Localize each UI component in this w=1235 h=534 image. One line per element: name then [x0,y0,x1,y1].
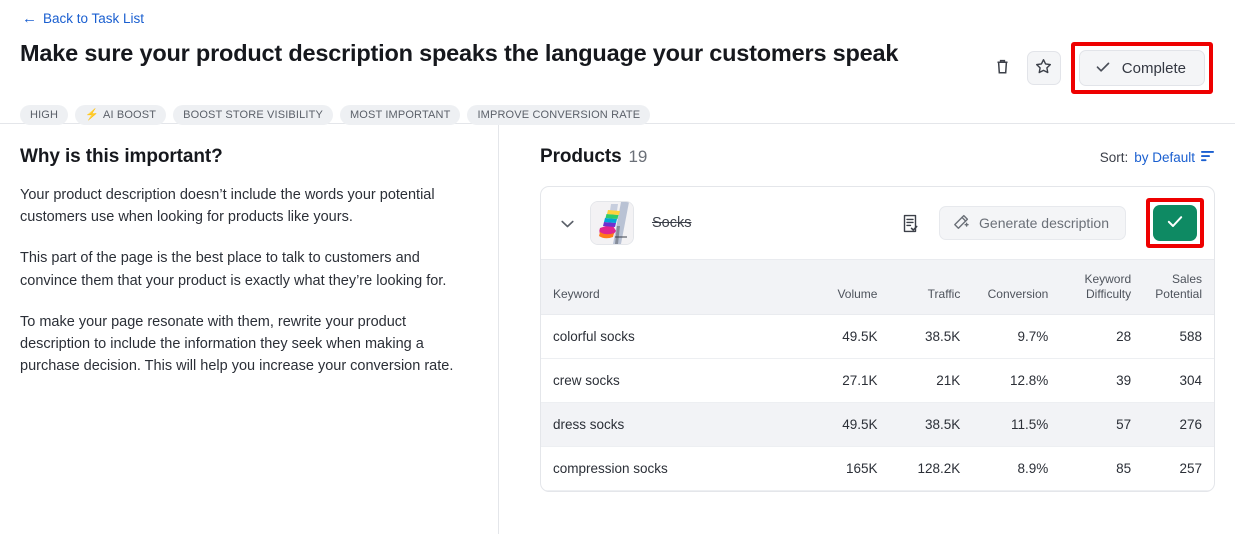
product-card: Socks Generate description Keyword Volum… [540,186,1215,492]
tag-label: IMPROVE CONVERSION RATE [477,108,641,121]
arrow-left-icon: ← [22,10,37,27]
chevron-down-icon[interactable] [557,216,578,231]
cell-volume: 49.5K [779,402,878,447]
tag-label: HIGH [30,108,59,121]
tag-label: BOOST STORE VISIBILITY [183,108,323,121]
page-title: Make sure your product description speak… [20,40,899,66]
header-actions: Complete [989,42,1215,94]
cell-sales-potential: 257 [1131,446,1214,491]
cell-keyword: dress socks [541,402,780,447]
column-volume: Volume [779,259,878,315]
column-sales-potential: Sales Potential [1131,259,1214,315]
cell-keyword: compression socks [541,446,780,491]
back-link-label: Back to Task List [43,11,145,26]
product-row: Socks Generate description [541,187,1214,259]
cell-keyword-difficulty: 57 [1048,402,1132,447]
keywords-table-body: colorful socks 49.5K 38.5K 9.7% 28 588 c… [541,314,1214,491]
document-check-icon[interactable] [902,214,919,233]
column-traffic: Traffic [877,259,961,315]
product-thumbnail [590,201,634,245]
products-panel: Products 19 Sort: by Default Socks Gener… [499,124,1235,534]
cell-volume: 27.1K [779,358,878,403]
tag-most-important: MOST IMPORTANT [339,105,461,125]
cell-keyword: colorful socks [541,314,780,359]
tag-high: HIGH [20,105,69,125]
favorite-button[interactable] [1026,51,1061,85]
star-icon [1035,58,1052,78]
why-important-paragraph-2: This part of the page is the best place … [20,250,447,289]
bolt-icon: ⚡ [85,109,99,121]
sort-label: Sort: [1099,150,1129,165]
content-area: Why is this important? Your product desc… [0,124,1235,534]
sort-control[interactable]: Sort: by Default [1100,150,1215,165]
cell-conversion: 9.7% [960,314,1049,359]
task-tags: HIGH ⚡ AI BOOST BOOST STORE VISIBILITY M… [20,105,1215,125]
keywords-table-head: Keyword Volume Traffic Conversion Keywor… [541,259,1214,315]
delete-task-button[interactable] [989,54,1017,82]
product-name[interactable]: Socks [652,215,890,231]
column-conversion: Conversion [960,259,1049,315]
generate-description-button[interactable]: Generate description [939,206,1126,240]
complete-button[interactable]: Complete [1078,50,1205,86]
check-icon [1167,215,1183,232]
table-row[interactable]: colorful socks 49.5K 38.5K 9.7% 28 588 [541,314,1214,359]
cell-keyword-difficulty: 39 [1048,358,1132,403]
sort-descending-icon[interactable] [1201,150,1215,165]
why-important-paragraph-3: To make your page resonate with them, re… [20,313,454,375]
generate-description-label: Generate description [979,215,1109,231]
task-header: ← Back to Task List Make sure your produ… [0,0,1235,125]
cell-conversion: 11.5% [960,402,1049,447]
cell-sales-potential: 588 [1131,314,1214,359]
cell-traffic: 38.5K [877,402,961,447]
cell-volume: 165K [779,446,878,491]
cell-traffic: 38.5K [877,314,961,359]
cell-volume: 49.5K [779,314,878,359]
table-row[interactable]: crew socks 27.1K 21K 12.8% 39 304 [541,358,1214,403]
trash-icon [995,58,1010,78]
products-label: Products [540,146,622,167]
back-to-task-list-link[interactable]: ← Back to Task List [22,11,144,26]
table-header-row: Keyword Volume Traffic Conversion Keywor… [541,259,1214,315]
cell-traffic: 128.2K [877,446,961,491]
cell-conversion: 12.8% [960,358,1049,403]
column-keyword: Keyword [541,259,780,315]
why-important-heading: Why is this important? [20,146,223,167]
products-header: Products 19 Sort: by Default [540,146,1215,168]
cell-sales-potential: 304 [1131,358,1214,403]
keywords-table: Keyword Volume Traffic Conversion Keywor… [541,259,1214,491]
why-important-panel: Why is this important? Your product desc… [0,124,499,534]
confirm-button-annotation [1146,198,1204,248]
cell-conversion: 8.9% [960,446,1049,491]
cell-keyword-difficulty: 85 [1048,446,1132,491]
sort-value[interactable]: by Default [1134,150,1195,165]
confirm-product-button[interactable] [1153,205,1197,241]
magic-wand-icon [953,214,969,233]
tag-label: MOST IMPORTANT [349,108,451,121]
table-row[interactable]: dress socks 49.5K 38.5K 11.5% 57 276 [541,402,1214,447]
cell-keyword: crew socks [541,358,780,403]
tag-improve-conversion-rate: IMPROVE CONVERSION RATE [467,105,651,125]
title-row: Make sure your product description speak… [20,40,1215,94]
complete-button-annotation: Complete [1070,42,1213,94]
why-important-paragraph-1: Your product description doesn’t include… [20,187,435,226]
cell-traffic: 21K [877,358,961,403]
tag-label: AI BOOST [102,108,157,121]
table-row[interactable]: compression socks 165K 128.2K 8.9% 85 25… [541,446,1214,491]
check-icon [1096,60,1110,76]
cell-sales-potential: 276 [1131,402,1214,447]
column-keyword-difficulty: Keyword Difficulty [1048,259,1132,315]
complete-button-label: Complete [1121,59,1186,77]
products-count: 19 [628,147,648,166]
tag-boost-store-visibility: BOOST STORE VISIBILITY [173,105,333,125]
cell-keyword-difficulty: 28 [1048,314,1132,359]
products-title: Products 19 [540,146,647,168]
tag-ai-boost: ⚡ AI BOOST [75,105,167,125]
